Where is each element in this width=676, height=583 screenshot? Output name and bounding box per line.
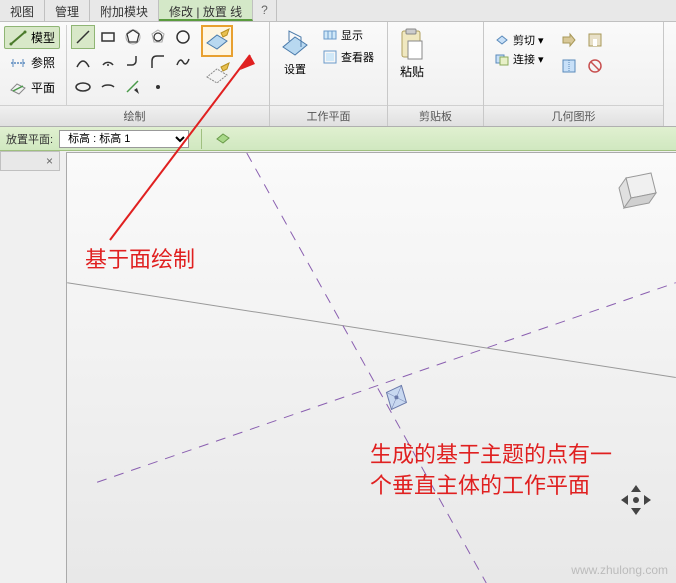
panel-clipboard-label: 剪贴板 <box>388 105 483 126</box>
workplane-small-icon <box>214 128 232 146</box>
placement-plane-select[interactable]: 标高 : 标高 1 <box>59 130 189 148</box>
mode-model-label: 模型 <box>31 29 55 46</box>
paste-button[interactable]: 粘贴 <box>392 25 432 82</box>
tool-point[interactable] <box>146 75 170 99</box>
tool-inscribed-polygon[interactable] <box>121 25 145 49</box>
show-workplane-button[interactable]: 显示 <box>318 25 378 45</box>
workplane-viewer-toggle[interactable] <box>214 128 232 149</box>
reference-line-icon <box>9 55 27 71</box>
join-icon <box>494 51 510 67</box>
tab-modify-place-line[interactable]: 修改 | 放置 线 <box>159 0 253 21</box>
close-icon: × <box>46 154 53 168</box>
draw-tools-grid <box>71 25 195 105</box>
tab-view[interactable]: 视图 <box>0 0 45 21</box>
dropdown-arrow-icon: ▾ <box>538 34 544 47</box>
draw-on-face-icon <box>203 27 231 55</box>
viewer-icon <box>322 49 338 65</box>
paste-icon <box>398 27 426 63</box>
tool-partial-ellipse[interactable] <box>96 75 120 99</box>
panel-clipboard: 粘贴 剪贴板 <box>388 22 484 126</box>
mode-reference-line[interactable]: 参照 <box>4 51 60 74</box>
draw-on-face-button[interactable] <box>201 25 233 57</box>
show-icon <box>322 27 338 43</box>
mode-reference-label: 参照 <box>31 54 55 71</box>
tool-fillet-arc[interactable] <box>146 50 170 74</box>
tool-pick-lines[interactable] <box>121 75 145 99</box>
draw-on-workplane-button[interactable] <box>201 59 233 91</box>
mode-plane-label: 平面 <box>31 79 55 96</box>
view-tab-close[interactable]: × <box>0 151 60 171</box>
face-tools <box>201 25 233 105</box>
tool-arc-start-end[interactable] <box>71 50 95 74</box>
tool-ellipse[interactable] <box>71 75 95 99</box>
watermark: www.zhulong.com <box>571 563 668 577</box>
join-geometry-button[interactable]: 连接 ▾ <box>492 50 546 68</box>
tab-addins[interactable]: 附加模块 <box>90 0 159 21</box>
panel-workplane-label: 工作平面 <box>270 105 387 126</box>
line-mode-group: 模型 参照 平面 <box>4 25 67 105</box>
paste-label: 粘贴 <box>400 63 424 80</box>
panel-draw: 模型 参照 平面 <box>0 22 270 126</box>
tool-arc-center[interactable] <box>96 50 120 74</box>
tab-manage[interactable]: 管理 <box>45 0 90 21</box>
set-label: 设置 <box>284 61 306 77</box>
model-line-icon <box>9 30 27 46</box>
draw-on-workplane-icon <box>203 61 231 89</box>
dropdown-arrow-icon: ▾ <box>538 53 544 66</box>
help-icon[interactable]: ? <box>253 0 277 21</box>
tool-line[interactable] <box>71 25 95 49</box>
cut-label: 剪切 <box>513 32 535 48</box>
tool-arc-tangent[interactable] <box>121 50 145 74</box>
workplane-viewer-button[interactable]: 查看器 <box>318 47 378 67</box>
set-workplane-icon <box>279 27 311 59</box>
placement-plane-label: 放置平面: <box>6 131 53 147</box>
divider <box>201 129 202 149</box>
mode-plane-line[interactable]: 平面 <box>4 76 60 99</box>
cut-icon <box>494 32 510 48</box>
ribbon-tabs: 视图 管理 附加模块 修改 | 放置 线 ? <box>0 0 676 22</box>
split-face-button[interactable] <box>558 55 580 77</box>
view-cube[interactable] <box>606 163 666 223</box>
set-workplane-button[interactable]: 设置 <box>274 25 316 79</box>
cope-button[interactable] <box>558 29 580 51</box>
tool-rectangle[interactable] <box>96 25 120 49</box>
panel-geometry: 剪切 ▾ 连接 ▾ 几何图形 <box>484 22 664 126</box>
tool-circumscribed-polygon[interactable] <box>146 25 170 49</box>
nav-pan-control[interactable] <box>616 480 656 523</box>
panel-draw-label: 绘制 <box>0 105 269 126</box>
mode-model-line[interactable]: 模型 <box>4 26 60 49</box>
demolish-button[interactable] <box>584 55 606 77</box>
viewer-label: 查看器 <box>341 49 374 65</box>
cut-geometry-button[interactable]: 剪切 ▾ <box>492 31 546 49</box>
tool-spline[interactable] <box>171 50 195 74</box>
panel-geometry-label: 几何图形 <box>484 105 663 126</box>
viewport[interactable] <box>66 152 676 583</box>
tool-circle[interactable] <box>171 25 195 49</box>
options-bar: 放置平面: 标高 : 标高 1 <box>0 127 676 151</box>
join-label: 连接 <box>513 51 535 67</box>
plane-line-icon <box>9 80 27 96</box>
panel-workplane: 设置 显示 查看器 工作平面 <box>270 22 388 126</box>
show-label: 显示 <box>341 27 363 43</box>
wall-opening-button[interactable] <box>584 29 606 51</box>
ribbon: 模型 参照 平面 <box>0 22 676 127</box>
